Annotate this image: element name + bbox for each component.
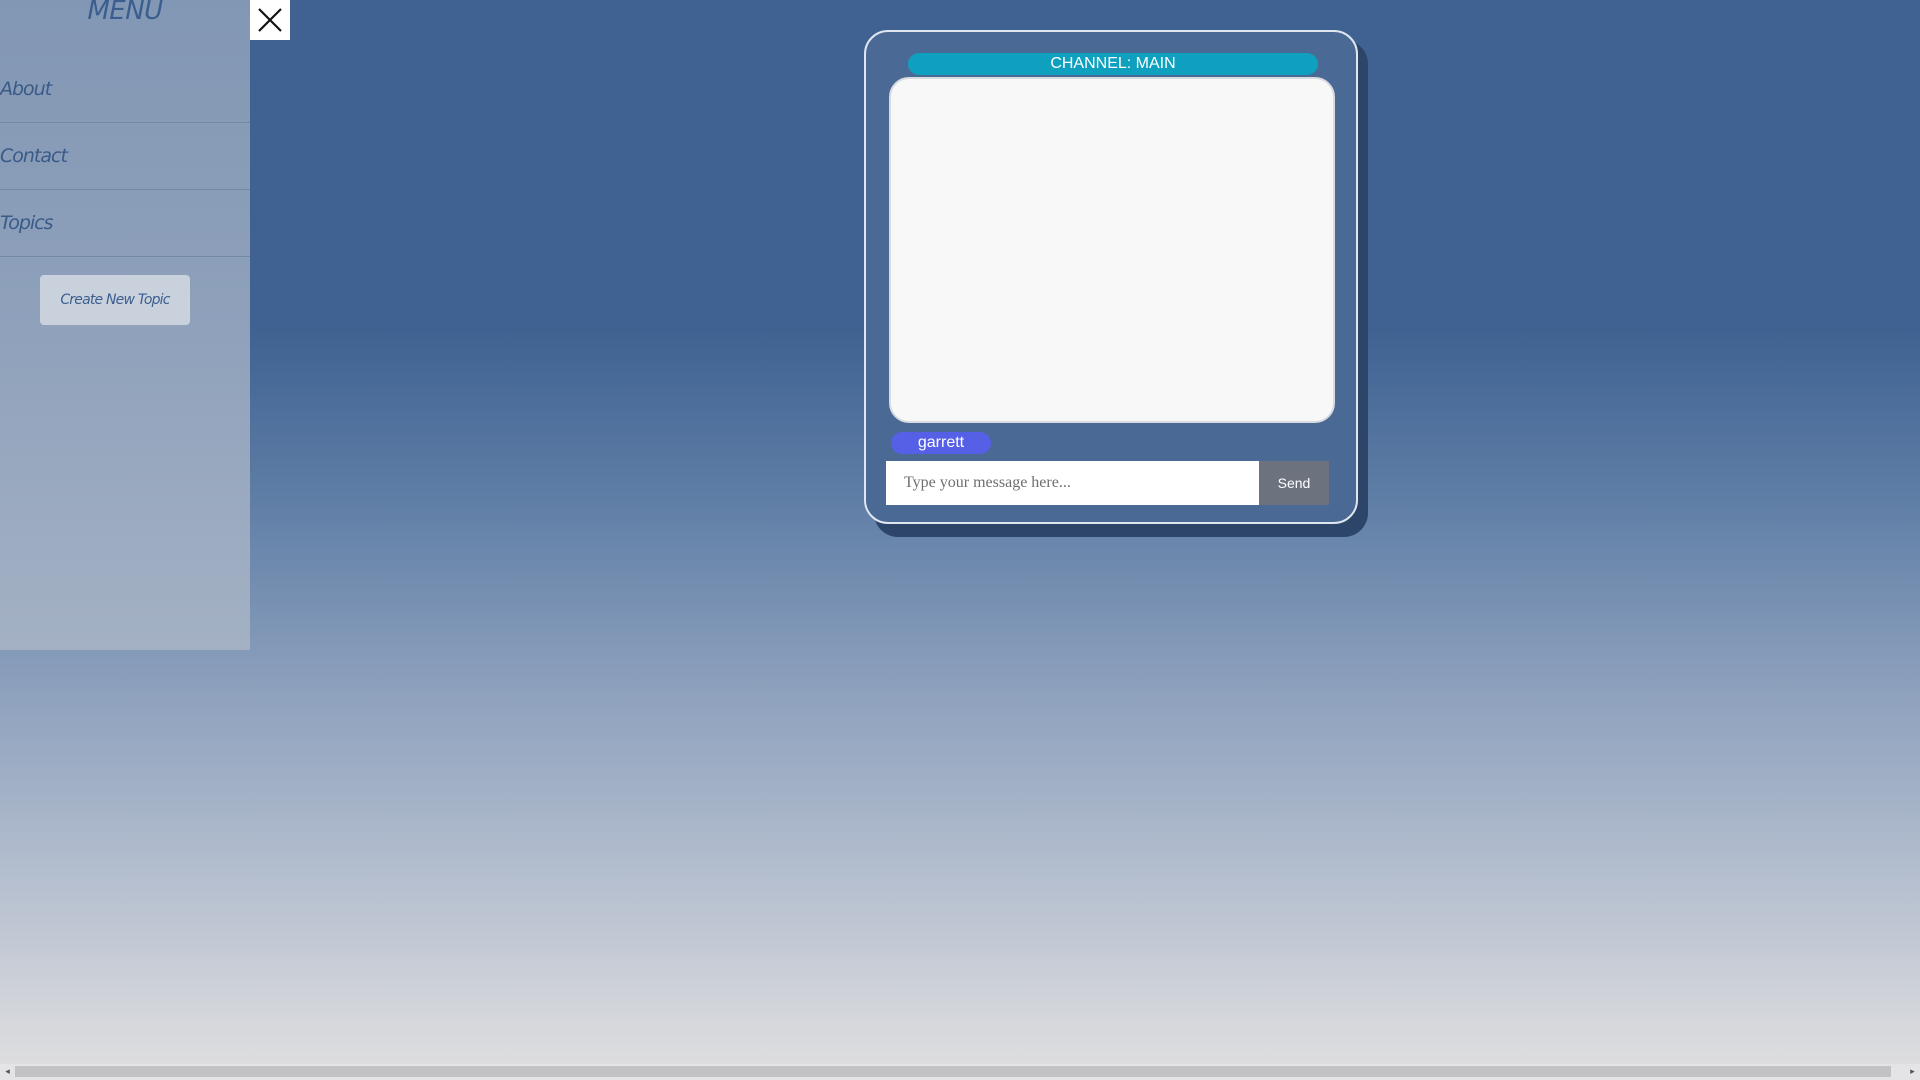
horizontal-scrollbar[interactable]: ◂ ▸ (0, 1064, 1920, 1080)
close-menu-button[interactable] (250, 0, 290, 40)
username-badge: garrett (891, 432, 991, 454)
close-icon (258, 8, 282, 32)
message-input[interactable] (886, 461, 1259, 505)
scroll-left-arrow-icon[interactable]: ◂ (0, 1064, 15, 1080)
menu-item-topics[interactable]: Topics (0, 190, 250, 257)
message-list[interactable] (889, 77, 1335, 423)
scrollbar-thumb[interactable] (15, 1066, 1891, 1077)
menu-list: About Contact Topics (0, 56, 250, 257)
scroll-right-arrow-icon[interactable]: ▸ (1905, 1064, 1920, 1080)
send-button[interactable]: Send (1259, 461, 1329, 505)
menu-title: MENU (87, 0, 163, 26)
menu-item-contact[interactable]: Contact (0, 123, 250, 190)
create-new-topic-button[interactable]: Create New Topic (40, 275, 190, 325)
channel-header: CHANNEL: MAIN (908, 53, 1318, 75)
menu-item-about[interactable]: About (0, 56, 250, 123)
chat-panel: CHANNEL: MAIN garrett Send (864, 30, 1358, 524)
side-menu: MENU About Contact Topics Create New Top… (0, 0, 250, 650)
